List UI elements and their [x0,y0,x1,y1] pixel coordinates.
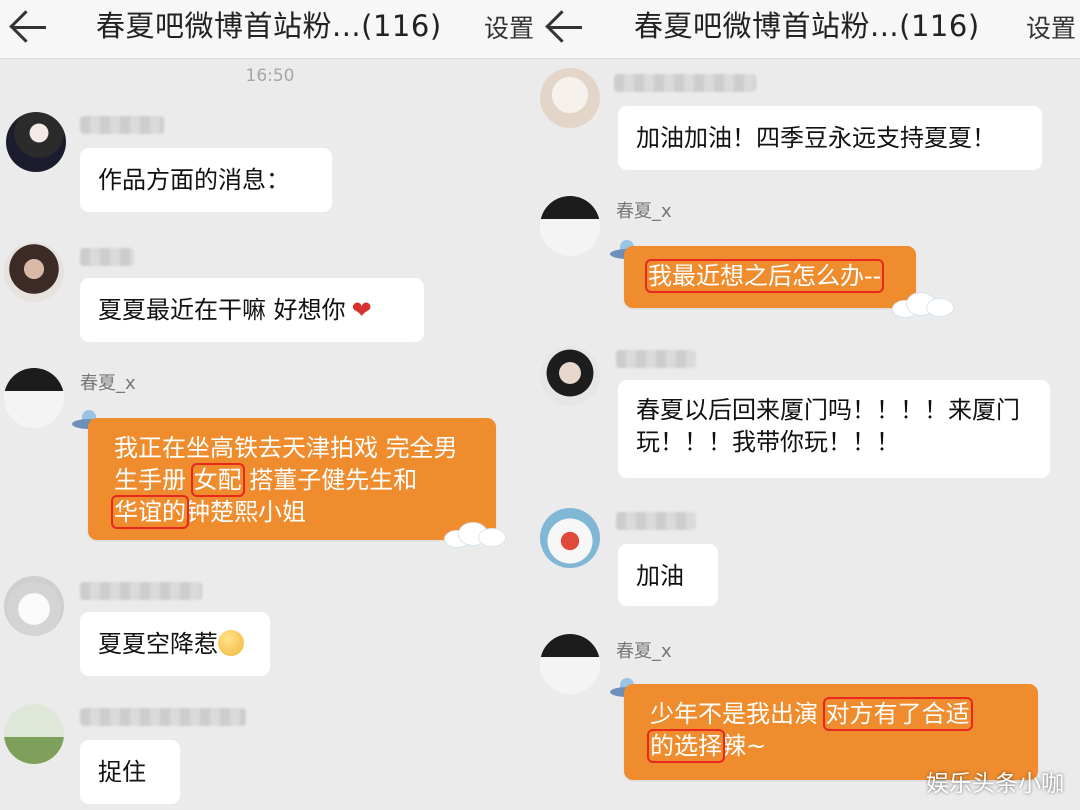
message-bubble: 捉住 [80,740,180,804]
message-bubble: 我正在坐高铁去天津拍戏 完全男生手册 女配 搭董子健先生和 华谊的钟楚熙小姐 [88,418,496,540]
avatar[interactable] [540,68,600,128]
blurred-username [80,708,246,726]
highlight-box: 的选择 [647,729,725,763]
message-bubble: 加油加油！四季豆永远支持夏夏！ [618,106,1042,170]
highlight-box: 对方有了合适 [822,697,973,731]
right-chat-panel: 春夏吧微博首站粉...(116) 设置 加油加油！四季豆永远支持夏夏！ 春夏_x… [540,0,1080,810]
avatar[interactable] [4,242,64,302]
top-bar: 春夏吧微博首站粉...(116) 设置 [0,0,540,59]
message-bubble: 春夏以后回来厦门吗！！！！来厦门玩！！！我带你玩！！！ [618,380,1050,478]
message-bubble: 作品方面的消息： [80,148,332,212]
message-bubble: 夏夏空降惹 [80,612,270,676]
avatar[interactable] [4,704,64,764]
message-bubble: 加油 [618,544,718,606]
message-bubble: 我最近想之后怎么办-- [624,246,916,308]
sender-name: 春夏_x [80,373,136,394]
highlight-box: 华谊的 [111,495,189,529]
back-arrow-icon[interactable] [9,6,54,50]
avatar[interactable] [6,112,66,172]
message-bubble: 夏夏最近在干嘛 好想你 ❤ [80,278,424,342]
left-chat-panel: 春夏吧微博首站粉...(116) 设置 16:50 作品方面的消息： 夏夏最近在… [0,0,540,810]
settings-button[interactable]: 设置 [484,12,534,46]
avatar[interactable] [540,508,600,568]
avatar[interactable] [4,576,64,636]
cloud-icon [892,290,954,318]
watermark: 娱乐头条小咖 [926,771,1064,797]
settings-button[interactable]: 设置 [1026,12,1076,46]
blurred-username [80,582,202,600]
highlight-box: 我最近想之后怎么办-- [644,259,885,293]
group-title: 春夏吧微博首站粉...(116) [96,9,442,43]
emoji-icon [218,630,244,656]
highlight-box: 女配 [190,463,245,497]
group-title: 春夏吧微博首站粉...(116) [634,9,980,43]
back-arrow-icon[interactable] [545,6,590,50]
sender-name: 春夏_x [616,641,672,662]
sender-name: 春夏_x [616,201,672,222]
avatar[interactable] [540,196,600,256]
top-bar: 春夏吧微博首站粉...(116) 设置 [540,0,1080,59]
avatar[interactable] [540,346,600,406]
avatar[interactable] [540,634,600,694]
avatar[interactable] [4,368,64,428]
cloud-icon [444,520,506,548]
message-time: 16:50 [245,66,295,86]
blurred-username [80,116,164,134]
heart-icon: ❤ [351,296,372,324]
blurred-username [616,350,696,368]
blurred-username [80,248,134,266]
blurred-username [616,512,696,530]
blurred-username [614,74,756,92]
